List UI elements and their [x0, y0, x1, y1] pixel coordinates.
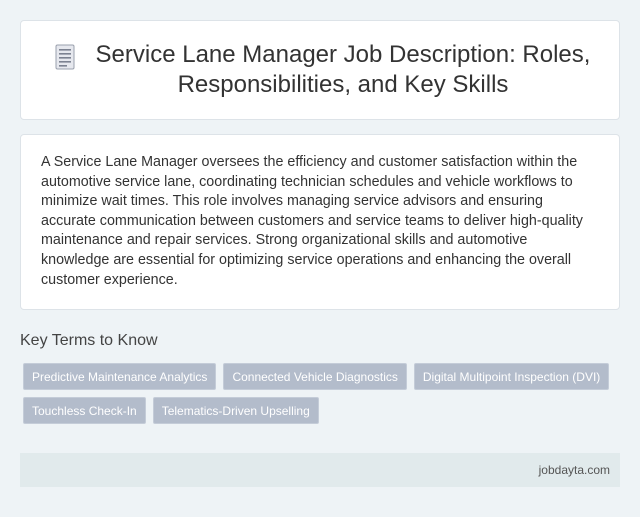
title-card: Service Lane Manager Job Description: Ro…: [20, 20, 620, 120]
footer: jobdayta.com: [20, 453, 620, 487]
key-terms-tags: Predictive Maintenance Analytics Connect…: [23, 363, 623, 424]
description-card: A Service Lane Manager oversees the effi…: [20, 134, 620, 310]
tag-predictive-maintenance-analytics[interactable]: Predictive Maintenance Analytics: [23, 363, 217, 390]
title-row: Service Lane Manager Job Description: Ro…: [45, 40, 595, 100]
tag-digital-multipoint-inspection[interactable]: Digital Multipoint Inspection (DVI): [413, 363, 610, 390]
footer-site-link[interactable]: jobdayta.com: [539, 463, 610, 477]
key-terms-heading: Key Terms to Know: [20, 332, 158, 349]
tag-touchless-check-in[interactable]: Touchless Check-In: [23, 397, 146, 424]
page-title: Service Lane Manager Job Description: Ro…: [95, 41, 591, 98]
document-icon: [45, 37, 85, 77]
tag-telematics-driven-upselling[interactable]: Telematics-Driven Upselling: [152, 397, 319, 424]
page: Service Lane Manager Job Description: Ro…: [0, 0, 640, 517]
job-description-text: A Service Lane Manager oversees the effi…: [41, 154, 583, 288]
tag-connected-vehicle-diagnostics[interactable]: Connected Vehicle Diagnostics: [223, 363, 407, 390]
